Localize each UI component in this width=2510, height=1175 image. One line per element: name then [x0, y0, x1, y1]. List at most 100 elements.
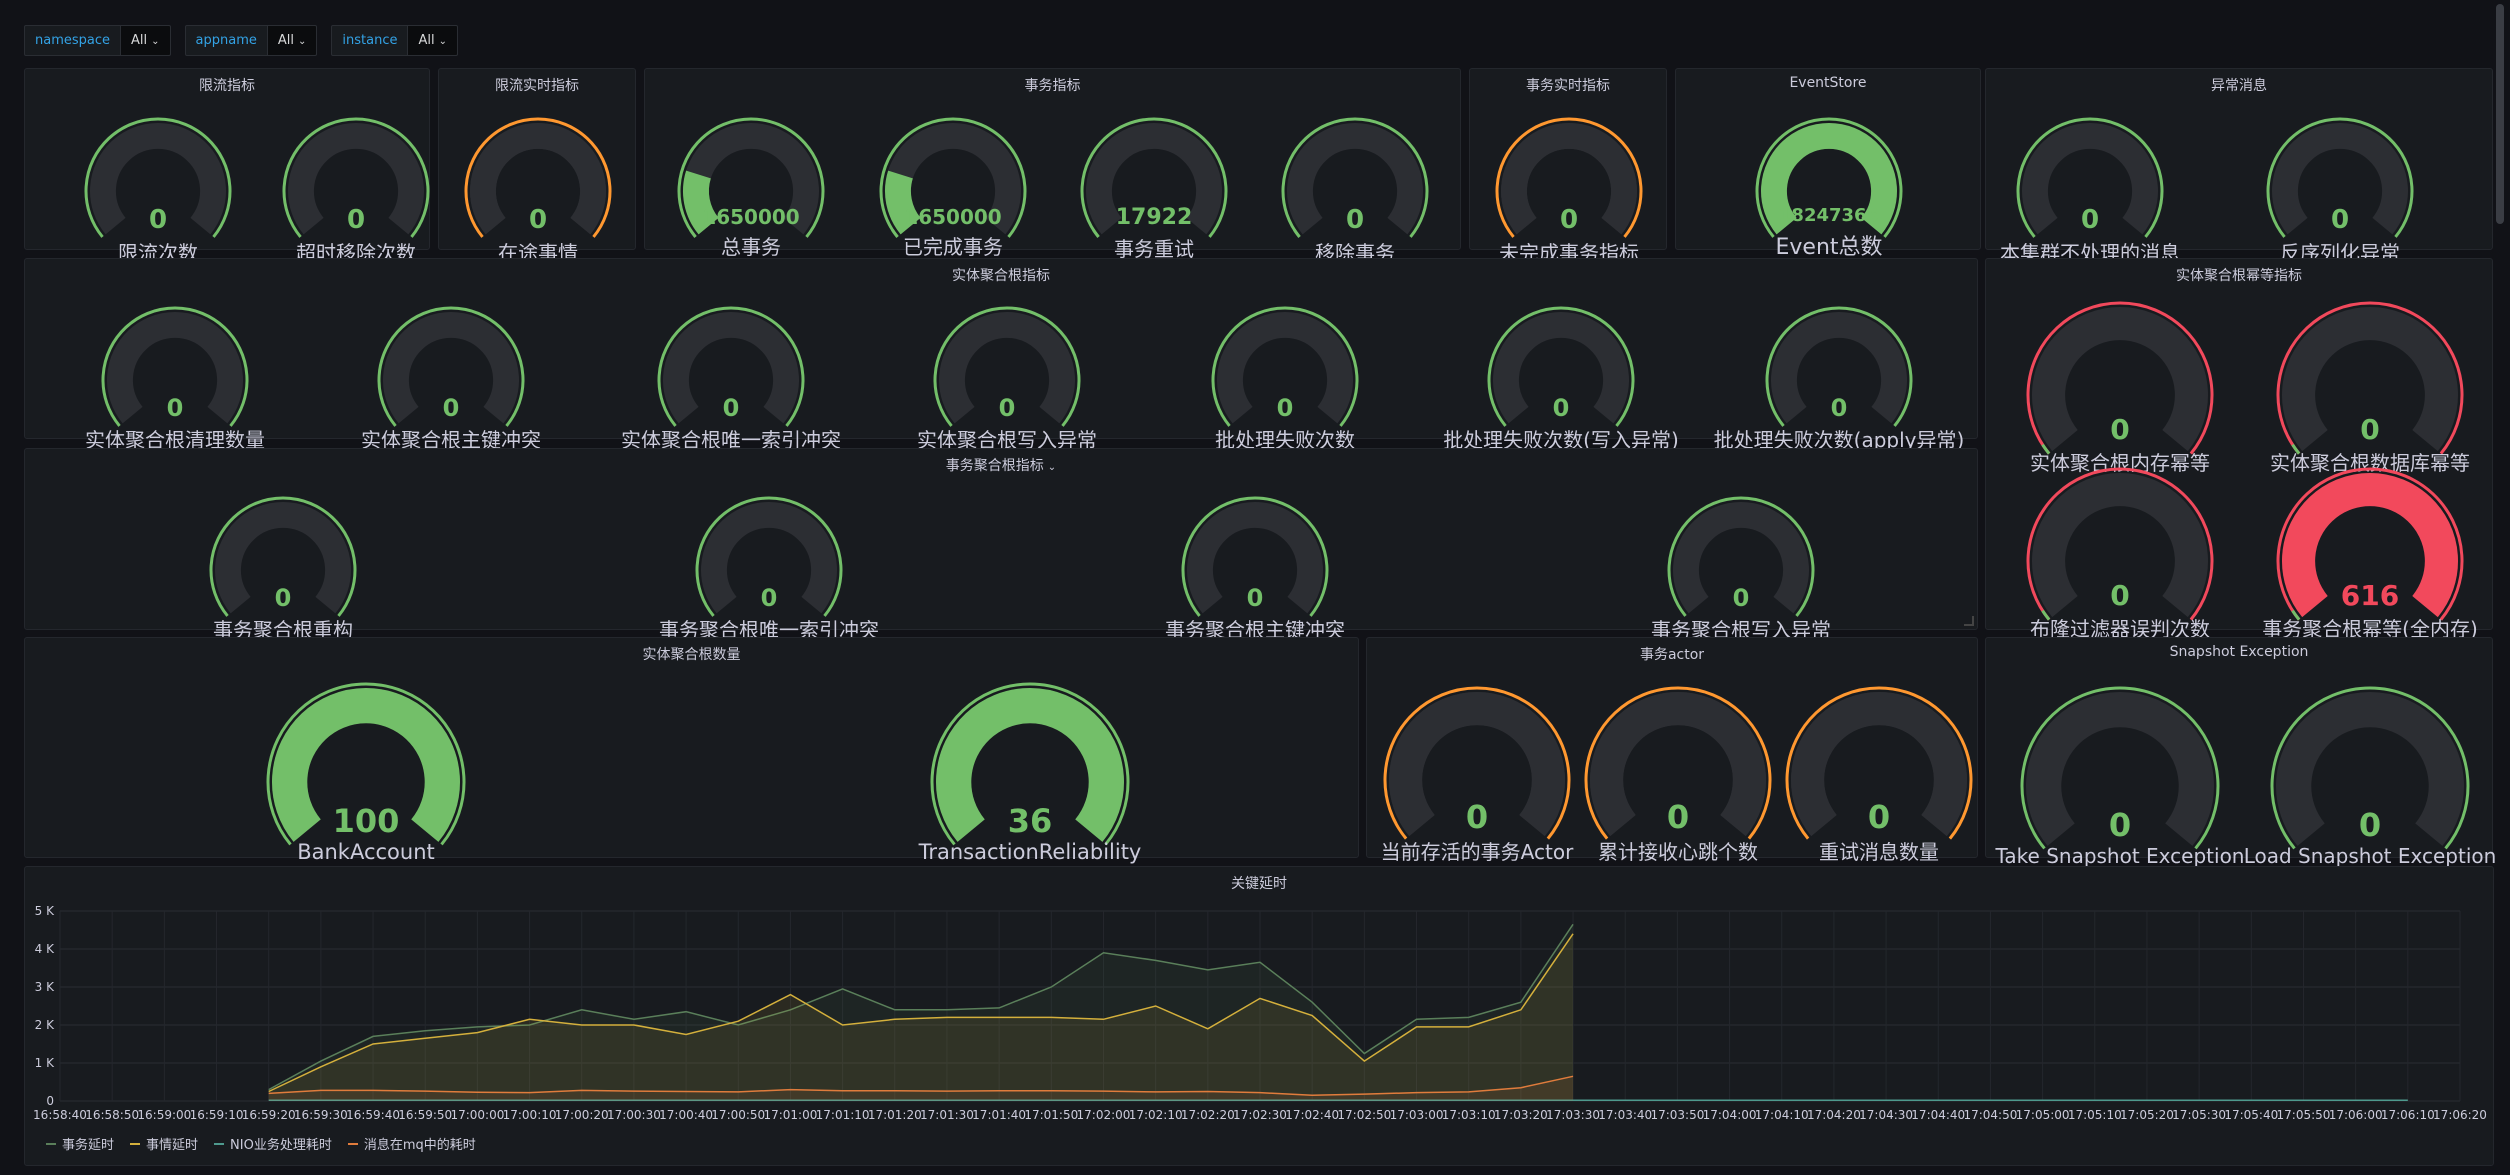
x-tick-label: 17:04:10 — [1755, 1108, 1809, 1122]
x-tick-label: 17:03:50 — [1650, 1108, 1704, 1122]
panel-title: 实体聚合根指标 — [952, 268, 1050, 284]
panel-exceptions[interactable]: 异常消息 0 本集群不处理的消息 0 反序列化异常 — [1985, 68, 2493, 265]
gauge-value: 0 — [2080, 205, 2100, 236]
gauge-value: 0 — [2110, 413, 2130, 447]
x-tick-label: 17:00:00 — [450, 1108, 504, 1122]
x-tick-label: 17:03:30 — [1546, 1108, 1600, 1122]
x-tick-label: 17:06:10 — [2381, 1108, 2435, 1122]
x-tick-label: 17:00:40 — [659, 1108, 713, 1122]
namespace-select[interactable]: All ⌄ — [121, 24, 171, 56]
x-tick-label: 16:58:40 — [33, 1108, 87, 1122]
legend-item[interactable]: 事务延时 — [46, 1134, 114, 1153]
variable-namespace: namespace All ⌄ — [24, 24, 171, 56]
y-tick-label: 5 K — [35, 904, 55, 918]
gauge: 0 超时移除次数 — [280, 115, 432, 265]
panel-transaction-rt[interactable]: 事务实时指标 0 未完成事务指标 — [1469, 68, 1667, 265]
panel-tx-agg[interactable]: 事务聚合根指标 ⌄ 0 事务聚合根重构 0 事务聚合根唯一索引冲突 0 事务聚合根主键冲… — [24, 448, 1978, 642]
x-tick-label: 17:00:10 — [503, 1108, 557, 1122]
gauge-value: 0 — [1732, 584, 1750, 613]
x-tick-label: 16:58:50 — [85, 1108, 139, 1122]
gauge: 0 累计接收心跳个数 — [1582, 684, 1774, 864]
panel-title: 限流指标 — [199, 78, 255, 94]
x-tick-label: 17:02:20 — [1181, 1108, 1235, 1122]
gauge: 0 事务聚合根重构 — [207, 494, 359, 642]
gauge-value: 0 — [148, 205, 168, 236]
panel-title: EventStore — [1789, 75, 1867, 91]
gauge-value: 100 — [332, 801, 400, 840]
panel-title: 实体聚合根数量 — [642, 647, 741, 663]
gauge: 0 实体聚合根内存幂等 — [2024, 299, 2216, 475]
variable-label: appname — [184, 24, 268, 56]
x-tick-label: 17:05:40 — [2224, 1108, 2278, 1122]
panel-title: 限流实时指标 — [495, 78, 579, 94]
gauge-value: 17922 — [1115, 205, 1193, 231]
panel-entity-idem[interactable]: 实体聚合根幂等指标 0 实体聚合根内存幂等 0 实体聚合根数据库幂等 0 布隆过滤器误… — [1985, 258, 2493, 641]
latency-chart[interactable]: 0 1 K 2 K 3 K 4 K 5 K 16:58:4016:58:5016:59:00… — [24, 866, 2494, 1166]
x-tick-label: 17:04:20 — [1807, 1108, 1861, 1122]
gauge-value: 0 — [2360, 413, 2380, 447]
legend-item[interactable]: 消息在mq中的耗时 — [347, 1134, 476, 1153]
gauge-value: 0 — [2110, 579, 2130, 613]
x-tick-label: 17:03:40 — [1598, 1108, 1652, 1122]
chevron-down-icon: ⌄ — [298, 35, 307, 47]
gauge: 1650000 已完成事务 — [877, 115, 1029, 259]
gauge: 17922 事务重试 — [1078, 115, 1230, 261]
gauge-value: 0 — [346, 205, 366, 236]
x-tick-label: 17:06:20 — [2433, 1108, 2487, 1122]
gauge: 0 Take Snapshot Exception — [1996, 684, 2244, 868]
x-tick-label: 17:05:30 — [2172, 1108, 2226, 1122]
instance-select[interactable]: All ⌄ — [408, 24, 458, 56]
gauge: 0 未完成事务指标 — [1493, 115, 1645, 265]
scrollbar-thumb[interactable] — [2496, 4, 2504, 224]
y-tick-label: 2 K — [35, 1018, 55, 1032]
x-tick-label: 17:05:20 — [2120, 1108, 2174, 1122]
panel-rate-limit[interactable]: 限流指标 0 限流次数 0 超时移除次数 — [24, 68, 432, 265]
panel-entity-agg[interactable]: 实体聚合根指标 0 实体聚合根清理数量 0 实体聚合根主键冲突 0 实体聚合根唯一索引… — [24, 258, 1978, 452]
variable-appname: appname All ⌄ — [184, 24, 318, 56]
panel-entity-count[interactable]: 实体聚合根数量 100 BankAccount 36 TransactionReli… — [24, 637, 1359, 864]
panel-tx-actor[interactable]: 事务actor 0 当前存活的事务Actor 0 累计接收心跳个数 0 重试消息数量 — [1366, 637, 1978, 864]
gauge-label: Load Snapshot Exception — [2243, 843, 2497, 868]
gauge-value: 0 — [1552, 394, 1570, 423]
scrollbar[interactable] — [2496, 0, 2508, 1175]
gauge-value: 0 — [442, 394, 460, 423]
gauge-value: 0 — [2358, 805, 2382, 844]
x-tick-label: 17:05:00 — [2016, 1108, 2070, 1122]
x-tick-label: 17:02:10 — [1129, 1108, 1183, 1122]
gauge-value: 0 — [1276, 394, 1294, 423]
legend-swatch — [130, 1142, 141, 1145]
gauge: 0 实体聚合根数据库幂等 — [2270, 299, 2470, 475]
gauge: 0 实体聚合根写入异常 — [917, 304, 1097, 452]
panel-rate-limit-rt[interactable]: 限流实时指标 0 在途事情 — [438, 68, 636, 265]
legend-item[interactable]: NIO业务处理耗时 — [214, 1134, 332, 1153]
legend-item[interactable]: 事情延时 — [130, 1134, 198, 1153]
gauge-value: 0 — [528, 205, 548, 236]
x-tick-label: 17:01:40 — [972, 1108, 1026, 1122]
x-tick-label: 17:03:20 — [1494, 1108, 1548, 1122]
gauge: 0 重试消息数量 — [1783, 684, 1975, 864]
gauge-value: 0 — [1559, 205, 1579, 236]
legend-label: NIO业务处理耗时 — [230, 1138, 332, 1153]
chevron-down-icon[interactable]: ⌄ — [1048, 462, 1056, 473]
panel-transaction[interactable]: 事务指标 1650000 总事务 1650000 已完成事务 17922 事务重试 0… — [644, 68, 1461, 265]
gauge-label: BankAccount — [297, 839, 435, 864]
x-tick-label: 17:03:10 — [1442, 1108, 1496, 1122]
x-tick-label: 16:59:10 — [190, 1108, 244, 1122]
gauge: 100 BankAccount — [264, 680, 468, 864]
appname-select[interactable]: All ⌄ — [267, 24, 318, 56]
panel-title: Snapshot Exception — [2169, 644, 2309, 660]
gauge-value: 0 — [1830, 394, 1848, 423]
gauge: 0 批处理失败次数(写入异常) — [1443, 304, 1679, 452]
gauge: 0 事务聚合根唯一索引冲突 — [659, 494, 879, 642]
gauge: 0 限流次数 — [82, 115, 234, 265]
x-tick-label: 17:01:30 — [920, 1108, 974, 1122]
x-tick-label: 17:01:10 — [816, 1108, 870, 1122]
gauge: 0 当前存活的事务Actor — [1381, 684, 1573, 864]
variable-label: instance — [331, 24, 409, 56]
chart-legend: 事务延时 事情延时 NIO业务处理耗时 消息在mq中的耗时 — [46, 1134, 476, 1153]
gauge-value: 1650000 — [702, 205, 800, 230]
panel-eventstore[interactable]: EventStore 18247365 Event总数 — [1675, 68, 1981, 260]
x-tick-label: 17:02:50 — [1337, 1108, 1391, 1122]
y-tick-label: 4 K — [35, 942, 55, 956]
panel-snapshot[interactable]: Snapshot Exception 0 Take Snapshot Except… — [1985, 637, 2496, 868]
